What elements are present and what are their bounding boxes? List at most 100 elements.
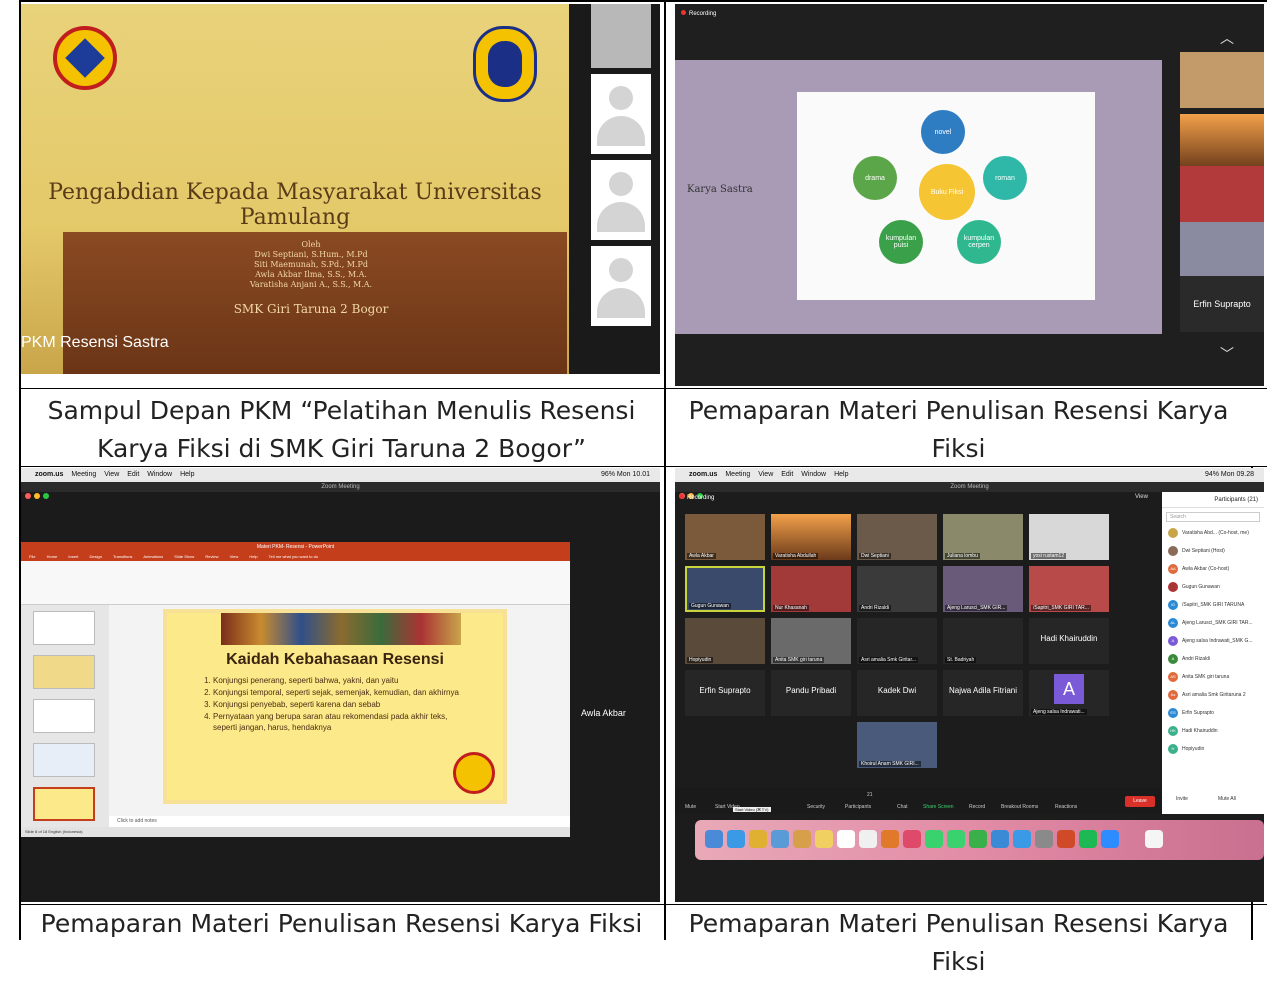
participant-row[interactable]: H Hopiyudin [1168,744,1204,754]
calendar-icon[interactable] [837,830,855,848]
chevron-up-icon[interactable]: ︿ [1220,28,1234,48]
view-button[interactable]: View [1135,494,1148,500]
numbers-icon[interactable] [969,830,987,848]
menu-app[interactable]: zoom.us [35,471,63,478]
settings-icon[interactable] [1035,830,1053,848]
security-button[interactable]: Security [807,804,825,810]
participant-video[interactable] [1180,166,1264,222]
maximize-icon[interactable] [43,493,49,499]
menu-window[interactable]: Window [147,471,172,478]
video-tile[interactable]: St. Badriyah [943,618,1023,664]
participant-row[interactable]: Gugun Gunawan [1168,582,1220,592]
video-tile[interactable]: Ajeng Larusci_SMK GIR... [943,566,1023,612]
menu-edit[interactable]: Edit [781,471,793,478]
document-icon[interactable] [1145,830,1163,848]
slide-thumbnail[interactable] [33,699,95,733]
video-tile[interactable]: Nur Khasanah [771,566,851,612]
slide-thumbnail-active[interactable] [33,787,95,821]
menu-window[interactable]: Window [801,471,826,478]
participant-row[interactable]: Dwi Septiani (Host) [1168,546,1225,556]
chrome-icon[interactable] [749,830,767,848]
finder-icon[interactable] [705,830,723,848]
participant-row[interactable]: As Asri amalia Smk Giritaruna 2 [1168,690,1246,700]
tab-file[interactable]: File [29,554,35,559]
video-tile[interactable]: Juliana lombu [943,514,1023,560]
mail-icon[interactable] [771,830,789,848]
mute-all-button[interactable]: Mute All [1218,796,1236,802]
video-tile[interactable]: Kadek Dwi [857,670,937,716]
participant-avatar[interactable] [591,160,651,240]
safari-icon[interactable] [727,830,745,848]
video-tile[interactable]: Hadi Khairuddin [1029,618,1109,664]
notes-pane[interactable]: Click to add notes [109,816,570,827]
video-tile[interactable]: Asri amalia Smk Giritar... [857,618,937,664]
video-tile[interactable]: A Ajeng salsa Indrawati... [1029,670,1109,716]
participant-row[interactable]: Varatisha Abd... (Co-host, me) [1168,528,1249,538]
participant-row[interactable]: AA Awla Akbar (Co-host) [1168,564,1229,574]
participant-row[interactable]: A Andri Rizaldi [1168,654,1210,664]
video-tile[interactable]: Erfin Suprapto [685,670,765,716]
slide-thumbnail[interactable] [33,655,95,689]
invite-button[interactable]: Invite [1176,796,1188,802]
search-input[interactable]: Search [1166,512,1260,522]
tab-review[interactable]: Review [205,554,218,559]
mute-button[interactable]: Mute [685,804,696,810]
tell-me-search[interactable]: Tell me what you want to do [269,554,318,559]
video-tile-active[interactable]: Gugun Gunawan [685,566,765,612]
video-tile[interactable]: Awla Akbar [685,514,765,560]
participant-row[interactable]: ES Erfin Suprapto [1168,708,1214,718]
participant-avatar[interactable] [591,74,651,154]
menu-edit[interactable]: Edit [127,471,139,478]
video-tile[interactable]: Hopiyudin [685,618,765,664]
books-icon[interactable] [881,830,899,848]
participant-avatar[interactable] [591,246,651,326]
menu-view[interactable]: View [104,471,119,478]
chat-button[interactable]: Chat [897,804,908,810]
video-tile[interactable]: Anita SMK giri taruna [771,618,851,664]
files-icon[interactable] [859,830,877,848]
photos-icon[interactable] [793,830,811,848]
music-icon[interactable] [903,830,921,848]
participant-row[interactable]: /G/Sapitri_SMK GIRI TARUNA [1168,600,1244,610]
participant-video[interactable] [1180,222,1264,278]
facetime-icon[interactable] [947,830,965,848]
participant-name-tile[interactable]: Erfin Suprapto [1180,276,1264,332]
menu-help[interactable]: Help [180,471,194,478]
video-tile[interactable]: /Sapitri_SMK GIRI TAR... [1029,566,1109,612]
participant-row[interactable]: HK Hadi Khairuddin [1168,726,1218,736]
menu-meeting[interactable]: Meeting [725,471,750,478]
video-tile[interactable]: Varatisha Abdullah [771,514,851,560]
participants-button[interactable]: Participants [845,804,871,810]
appstore-icon[interactable] [1013,830,1031,848]
participant-row[interactable]: A Ajeng salsa Indrawati_SMK G... [1168,636,1253,646]
breakout-rooms-button[interactable]: Breakout Rooms [1001,804,1038,810]
participant-video[interactable] [1180,114,1264,170]
video-tile[interactable]: Dwi Septiani [857,514,937,560]
participant-row[interactable]: AL Ajeng Larusci_SMK GIRI TAR... [1168,618,1253,628]
slide-thumbnail[interactable] [33,611,95,645]
menu-app[interactable]: zoom.us [689,471,717,478]
leave-button[interactable]: Leave [1125,796,1155,807]
tab-help[interactable]: Help [249,554,257,559]
record-button[interactable]: Record [969,804,985,810]
menu-meeting[interactable]: Meeting [71,471,96,478]
slide-thumbnail[interactable] [33,743,95,777]
tab-slideshow[interactable]: Slide Show [174,554,194,559]
share-screen-button[interactable]: Share Screen [923,804,954,810]
chevron-down-icon[interactable]: ﹀ [1220,344,1234,364]
tab-view[interactable]: View [230,554,239,559]
tab-transitions[interactable]: Transitions [113,554,132,559]
participant-video[interactable] [591,4,651,68]
powerpoint-icon[interactable] [1057,830,1075,848]
video-tile[interactable]: yosi rustam12 [1029,514,1109,560]
participant-row[interactable]: AS Anita SMK giri taruna [1168,672,1229,682]
video-tile[interactable]: Pandu Pribadi [771,670,851,716]
tab-design[interactable]: Design [90,554,102,559]
zoom-icon[interactable] [1101,830,1119,848]
close-icon[interactable] [25,493,31,499]
reactions-button[interactable]: Reactions [1055,804,1077,810]
tab-insert[interactable]: Insert [68,554,78,559]
spotify-icon[interactable] [1079,830,1097,848]
participant-video[interactable] [1180,52,1264,108]
keynote-icon[interactable] [991,830,1009,848]
